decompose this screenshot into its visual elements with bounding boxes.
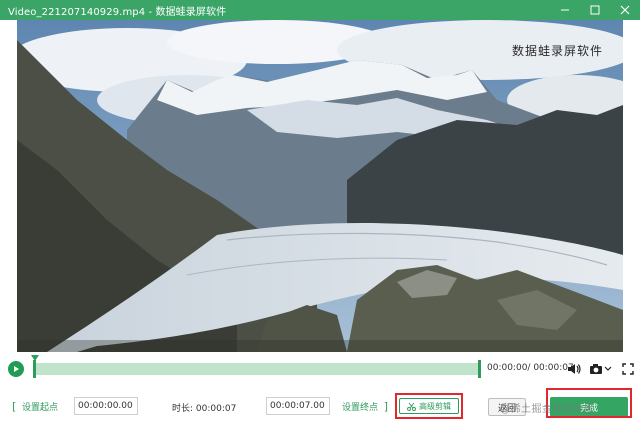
- fullscreen-button[interactable]: [620, 361, 636, 377]
- trim-controls: [ 设置起点 00:00:00.00 时长: 00:00:07 00:00:07…: [0, 388, 640, 420]
- play-icon: [14, 366, 19, 372]
- title-bar: Video_221207140929.mp4 - 数据蛙录屏软件: [0, 0, 640, 20]
- video-frame: [17, 20, 623, 352]
- maximize-icon: [590, 5, 600, 15]
- snapshot-options-button[interactable]: [603, 361, 613, 377]
- close-icon: [620, 5, 630, 15]
- start-time-value: 00:00:00.00: [78, 401, 133, 411]
- duration-label: 时长:: [172, 404, 194, 414]
- timeline-selection: [34, 363, 480, 375]
- start-time-field[interactable]: 00:00:00.00: [74, 397, 138, 415]
- start-handle[interactable]: [33, 360, 36, 378]
- app-name: 数据蛙录屏软件: [155, 6, 227, 18]
- bracket-right-icon: ]: [383, 399, 389, 413]
- set-end-label: 设置终点: [342, 402, 379, 413]
- end-time-value: 00:00:07.00: [270, 401, 325, 411]
- timeline-bar: 00:00:00/ 00:00:07: [0, 355, 640, 383]
- window-title: Video_221207140929.mp4 - 数据蛙录屏软件: [0, 3, 226, 18]
- camera-icon: [590, 364, 602, 374]
- minimize-button[interactable]: [550, 0, 580, 20]
- play-button[interactable]: [8, 361, 24, 377]
- minimize-icon: [561, 9, 569, 11]
- end-time-field[interactable]: 00:00:07.00: [266, 397, 330, 415]
- duration-display: 时长: 00:00:07: [172, 401, 236, 414]
- highlight-box-advanced: [395, 393, 463, 419]
- timeline-track[interactable]: [34, 363, 480, 375]
- chevron-down-icon: [604, 366, 612, 371]
- title-separator: -: [145, 6, 156, 18]
- video-watermark: 数据蛙录屏软件: [511, 44, 603, 58]
- set-start-button[interactable]: [ 设置起点: [12, 398, 58, 414]
- volume-button[interactable]: [566, 361, 582, 377]
- set-start-label: 设置起点: [22, 402, 59, 413]
- maximize-button[interactable]: [580, 0, 610, 20]
- snapshot-button[interactable]: [588, 361, 604, 377]
- end-handle[interactable]: [478, 360, 481, 378]
- file-name: Video_221207140929.mp4: [8, 6, 146, 18]
- window-controls: [550, 0, 640, 20]
- set-end-button[interactable]: 设置终点 ]: [342, 398, 388, 414]
- bracket-left-icon: [: [12, 399, 17, 413]
- site-watermark: @稀土掘金技术社区: [500, 404, 595, 415]
- duration-value: 00:00:07: [195, 404, 237, 414]
- fullscreen-icon: [622, 363, 634, 375]
- close-button[interactable]: [610, 0, 640, 20]
- timecode: 00:00:00/ 00:00:07: [487, 363, 574, 373]
- volume-icon: [568, 364, 581, 374]
- video-preview[interactable]: 数据蛙录屏软件: [17, 20, 623, 352]
